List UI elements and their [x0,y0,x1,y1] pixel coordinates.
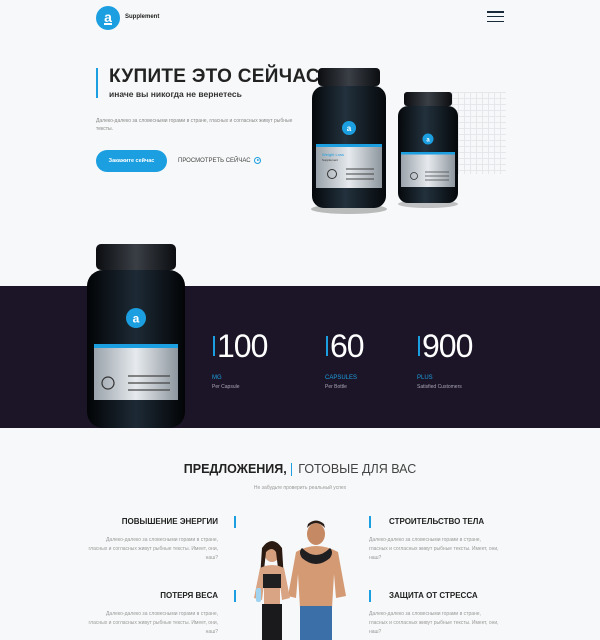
svg-text:a: a [133,312,140,326]
site-header: a Supplement [0,0,600,40]
bottle-label-sub: Supplement [322,158,338,162]
play-circle-icon [253,157,261,164]
stat-value: 900 [422,328,473,364]
feature-stress-protection: ЗАЩИТА ОТ СТРЕССА Далеко-далеко за слове… [369,590,519,640]
stat-label: CAPSULES [325,375,358,381]
hero-accent-bar [96,68,98,98]
stat-desc: Satisfied Customers [417,384,462,390]
stat-label: MG [212,375,222,381]
product-bottle-large: a Weight Loss Supplement [311,68,387,214]
offers-title-strong: ПРЕДЛОЖЕНИЯ, [183,462,287,476]
feature-title: ПОВЫШЕНИЕ ЭНЕРГИИ [121,517,218,526]
hero-subtitle: иначе вы никогда не вернетесь [109,89,242,99]
stat-value: 60 [330,328,365,364]
order-now-button[interactable]: Закажите сейчас [96,150,167,172]
feature-text: Далеко-далеко за словесными горами в стр… [88,611,218,635]
feature-text: Далеко-далеко за словесными горами в стр… [88,537,218,561]
hero-text: Далеко-далеко за словесными горами в стр… [96,118,293,132]
offers-subtitle: Не забудьте проверить реальный успех [253,485,347,491]
hamburger-menu-icon[interactable] [487,11,504,23]
feature-text: Далеко-далеко за словесными горами в стр… [369,537,499,561]
stat-value: 100 [217,328,268,364]
feature-title: ЗАЩИТА ОТ СТРЕССА [389,591,478,600]
stat-label: PLUS [417,375,433,381]
stat-desc: Per Bottle [325,384,347,390]
feature-title: ПОТЕРЯ ВЕСА [160,591,218,600]
offers-title-light: ГОТОВЫЕ ДЛЯ ВАС [298,462,417,476]
hero-title: КУПИТЕ ЭТО СЕЙЧАС [109,66,320,87]
stat-desc: Per Capsule [212,384,240,390]
feature-weight-loss: ПОТЕРЯ ВЕСА Далеко-далеко за словесными … [86,590,236,640]
offers-title: ПРЕДЛОЖЕНИЯ, ГОТОВЫЕ ДЛЯ ВАС [0,462,600,477]
product-bottle-featured: a [87,244,185,428]
logo-icon[interactable]: a [96,6,120,30]
brand-name[interactable]: Supplement [125,14,159,20]
feature-body-building: СТРОИТЕЛЬСТВО ТЕЛА Далеко-далеко за слов… [369,516,519,576]
feature-title: СТРОИТЕЛЬСТВО ТЕЛА [389,517,485,526]
feature-energy: ПОВЫШЕНИЕ ЭНЕРГИИ Далеко-далеко за слове… [86,516,236,576]
product-bottle-small: a [398,92,458,208]
svg-text:a: a [347,124,352,133]
feature-text: Далеко-далеко за словесными горами в стр… [369,611,499,635]
fitness-couple-photo [254,520,346,640]
view-now-label: ПРОСМОТРЕТЬ СЕЙЧАС [178,158,251,165]
bottle-label-name: Weight Loss [322,152,344,157]
view-now-link[interactable]: ПРОСМОТРЕТЬ СЕЙЧАС [178,157,261,164]
